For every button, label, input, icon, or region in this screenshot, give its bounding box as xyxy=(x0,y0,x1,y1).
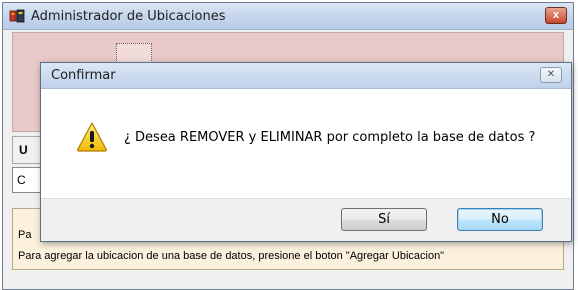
section-header-label: U xyxy=(19,143,28,157)
dialog-footer: Sí No xyxy=(41,198,571,241)
info-line: Pa xyxy=(18,229,32,241)
location-combo-value: C xyxy=(17,173,26,187)
dialog-message: ¿ Desea REMOVER y ELIMINAR por completo … xyxy=(124,130,536,145)
dialog-close-button[interactable]: ✕ xyxy=(540,67,562,83)
main-window-title: Administrador de Ubicaciones xyxy=(31,9,226,24)
main-titlebar: Administrador de Ubicaciones x xyxy=(3,3,573,30)
app-icon xyxy=(9,9,25,23)
yes-button[interactable]: Sí xyxy=(341,208,427,231)
close-icon: ✕ xyxy=(546,69,556,80)
no-button[interactable]: No xyxy=(457,208,543,231)
dialog-titlebar: Confirmar ✕ xyxy=(41,63,571,89)
warning-icon xyxy=(77,122,107,152)
dialog-title: Confirmar xyxy=(51,68,116,83)
close-icon: x xyxy=(552,9,560,21)
info-line: Para agregar la ubicacion de una base de… xyxy=(18,250,445,262)
confirm-dialog: Confirmar ✕ ¿ Desea REMOVER y ELIMINAR p… xyxy=(40,62,572,242)
main-close-button[interactable]: x xyxy=(545,7,567,24)
